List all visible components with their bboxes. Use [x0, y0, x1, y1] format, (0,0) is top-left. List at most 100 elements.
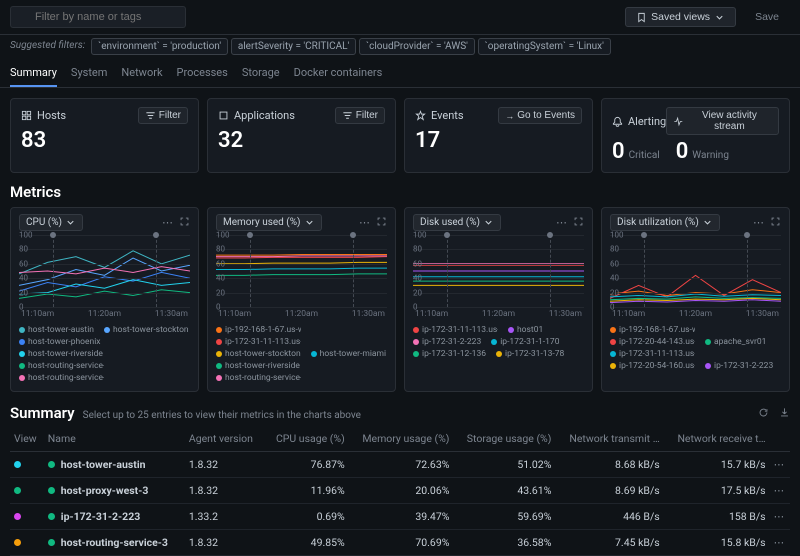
legend-item[interactable]: host-tower-phoenix	[19, 337, 101, 347]
legend-item[interactable]: ip-172-31-11-113.us-wes…	[413, 325, 498, 335]
legend-item[interactable]: host-tower-stockton	[216, 349, 301, 359]
save-button[interactable]: Save	[744, 7, 790, 27]
legend-item[interactable]: ip-172-31-1-170	[491, 337, 559, 347]
cpu-usage: 0.69%	[264, 504, 349, 530]
legend-item[interactable]: host-routing-service-1	[19, 361, 104, 371]
suggested-filter-pill[interactable]: `environment` = 'production'	[91, 38, 228, 55]
tab-storage[interactable]: Storage	[242, 60, 280, 87]
legend-item[interactable]: ip-192-168-1-67.us-west…	[610, 325, 695, 335]
more-icon[interactable]: ⋯	[162, 216, 173, 230]
y-tick: 60	[19, 259, 28, 268]
view-indicator	[14, 461, 21, 468]
legend-item[interactable]: ip-172-31-2-223	[705, 361, 773, 371]
legend-item[interactable]: host-routing-service-3	[19, 373, 104, 383]
column-header[interactable]: Network transmit …	[555, 426, 663, 452]
column-header[interactable]: Storage usage (%)	[453, 426, 555, 452]
y-tick: 0	[19, 303, 24, 312]
table-row[interactable]: ip-172-31-2-2231.33.20.69%39.47%59.69%44…	[10, 504, 790, 530]
tab-system[interactable]: System	[71, 60, 108, 87]
legend-item[interactable]: host-tower-miami	[311, 349, 386, 359]
legend-item[interactable]: ip-172-31-11-113.us-wes…	[216, 337, 301, 347]
column-header[interactable]: CPU usage (%)	[264, 426, 349, 452]
column-header[interactable]: Name	[44, 426, 185, 452]
tab-processes[interactable]: Processes	[177, 60, 228, 87]
network-tx: 8.69 kB/s	[555, 478, 663, 504]
memory-usage: 39.47%	[349, 504, 454, 530]
column-header[interactable]: Memory usage (%)	[349, 426, 454, 452]
row-more-icon[interactable]: ⋯	[770, 504, 790, 530]
memory-usage: 20.06%	[349, 478, 454, 504]
metric-card: Disk utilization (%) ⋯10080604020011:10a…	[601, 207, 790, 392]
metric-title-dropdown[interactable]: Memory used (%)	[216, 214, 322, 231]
legend-item[interactable]: host-tower-stockton	[104, 325, 189, 335]
legend-item[interactable]: ip-172-31-12-136	[413, 349, 486, 359]
memory-usage: 70.69%	[349, 530, 454, 556]
chart-area[interactable]: 100806040200	[610, 235, 781, 307]
suggested-filter-pill[interactable]: `operatingSystem` = 'Linux'	[478, 38, 611, 55]
column-header[interactable]: Agent version	[185, 426, 264, 452]
x-tick: 11:30am	[746, 309, 779, 319]
more-icon[interactable]: ⋯	[753, 216, 764, 230]
expand-icon[interactable]	[179, 216, 190, 230]
tab-summary[interactable]: Summary	[10, 60, 57, 87]
column-header[interactable]: Network receive t…	[664, 426, 770, 452]
row-more-icon[interactable]: ⋯	[770, 478, 790, 504]
y-tick: 100	[19, 231, 33, 240]
expand-icon[interactable]	[770, 216, 781, 230]
tab-network[interactable]: Network	[121, 60, 162, 87]
row-more-icon[interactable]: ⋯	[770, 530, 790, 556]
more-icon[interactable]: ⋯	[556, 216, 567, 230]
saved-views-button[interactable]: Saved views	[625, 7, 736, 27]
legend-item[interactable]: host-tower-riverside	[19, 349, 103, 359]
column-header[interactable]	[770, 426, 790, 452]
suggested-filter-pill[interactable]: alertSeverity = 'CRITICAL'	[231, 38, 356, 55]
legend-item[interactable]: ip-172-31-13-78	[496, 349, 564, 359]
refresh-icon[interactable]	[758, 407, 769, 421]
hosts-filter-button[interactable]: Filter	[138, 107, 188, 124]
y-tick: 20	[413, 288, 422, 297]
x-tick: 11:10am	[218, 309, 251, 319]
legend-item[interactable]: ip-172-20-54-160.us-we…	[610, 361, 695, 371]
hosts-icon	[21, 110, 32, 121]
storage-usage: 59.69%	[453, 504, 555, 530]
host-name: ip-172-31-2-223	[61, 510, 140, 523]
legend-item[interactable]: host-tower-austin	[19, 325, 94, 335]
legend-item[interactable]: ip-192-168-1-67.us-west…	[216, 325, 301, 335]
metric-title-dropdown[interactable]: Disk utilization (%)	[610, 214, 720, 231]
chart-area[interactable]: 100806040200	[413, 235, 584, 307]
expand-icon[interactable]	[376, 216, 387, 230]
table-row[interactable]: host-routing-service-31.8.3249.85%70.69%…	[10, 530, 790, 556]
tab-docker-containers[interactable]: Docker containers	[294, 60, 383, 87]
legend-item[interactable]: host-tower-riverside	[216, 361, 300, 371]
view-activity-stream-button[interactable]: View activity stream	[666, 107, 779, 135]
filter-input[interactable]	[10, 6, 186, 28]
legend-item[interactable]: host-routing-service-3	[216, 373, 301, 383]
y-tick: 0	[413, 303, 418, 312]
expand-icon[interactable]	[573, 216, 584, 230]
legend-item[interactable]: ip-172-31-11-113.us-we…	[610, 349, 695, 359]
row-more-icon[interactable]: ⋯	[770, 452, 790, 478]
y-tick: 80	[413, 245, 422, 254]
legend-item[interactable]: host01	[508, 325, 543, 335]
apps-filter-button[interactable]: Filter	[335, 107, 385, 124]
metric-title-dropdown[interactable]: Disk used (%)	[413, 214, 501, 231]
metric-title-dropdown[interactable]: CPU (%)	[19, 214, 83, 231]
status-dot	[48, 539, 55, 546]
legend-item[interactable]: ip-172-20-44-143.us-we…	[610, 337, 695, 347]
agent-version: 1.8.32	[185, 478, 264, 504]
chart-area[interactable]: 100806040200	[216, 235, 387, 307]
x-tick: 11:10am	[415, 309, 448, 319]
column-header[interactable]: View	[10, 426, 44, 452]
table-row[interactable]: host-proxy-west-31.8.3211.96%20.06%43.61…	[10, 478, 790, 504]
legend-item[interactable]: ip-172-31-2-223	[413, 337, 481, 347]
chart-area[interactable]: 100806040200	[19, 235, 190, 307]
go-to-events-button[interactable]: →Go to Events	[498, 107, 582, 124]
legend-item[interactable]: apache_svr01	[705, 337, 766, 347]
download-icon[interactable]	[779, 407, 790, 421]
y-tick: 60	[610, 259, 619, 268]
table-row[interactable]: host-tower-austin1.8.3276.87%72.63%51.02…	[10, 452, 790, 478]
suggested-filter-pill[interactable]: `cloudProvider` = 'AWS'	[359, 38, 475, 55]
more-icon[interactable]: ⋯	[359, 216, 370, 230]
network-tx: 8.68 kB/s	[555, 452, 663, 478]
view-indicator	[14, 487, 21, 494]
